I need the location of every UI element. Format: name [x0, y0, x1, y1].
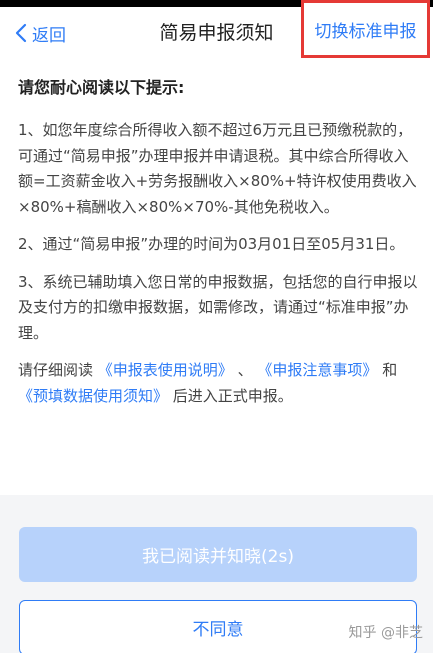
- notice-item-1: 1、如您年度综合所得收入额不超过6万元且已预缴税款的，可通过“简易申报”办理申报…: [18, 121, 417, 216]
- notice-suffix: 后进入正式申报。: [172, 386, 293, 405]
- notice-prefix: 请仔细阅读: [18, 361, 94, 379]
- notice-item-3: 3、系统已辅助填入您日常的申报数据，包括您的自行申报以及支付方的扣缴申报数据，如…: [18, 272, 418, 342]
- link-prefill-data-notice[interactable]: 《预填数据使用须知》: [18, 387, 168, 405]
- notice-content: 请您耐心阅读以下提示: 1、如您年度综合所得收入额不超过6万元且已预缴税款的，可…: [18, 76, 418, 409]
- notice-and: 和: [382, 361, 398, 379]
- switch-standard-declaration-button[interactable]: 切换标准申报: [301, 0, 430, 58]
- chevron-left-icon: [15, 23, 27, 43]
- agree-button[interactable]: 我已阅读并知晓(2s): [19, 527, 417, 582]
- agree-label: 我已阅读并知晓(2s): [142, 547, 294, 567]
- link-declaration-notes[interactable]: 《申报注意事项》: [257, 361, 377, 379]
- link-form-instructions[interactable]: 《申报表使用说明》: [98, 361, 233, 379]
- watermark: 知乎 @非芝: [349, 622, 423, 642]
- notice-item-2: 2、通过“简易申报”办理的时间为03月01日至05月31日。: [18, 235, 405, 253]
- watermark-text: 知乎 @非芝: [348, 625, 423, 641]
- notice-separator: 、: [237, 361, 253, 379]
- disagree-label: 不同意: [192, 620, 244, 640]
- back-button[interactable]: 返回: [14, 19, 66, 47]
- reading-notice: 请仔细阅读 《申报表使用说明》 、 《申报注意事项》 和 《预填数据使用须知》 …: [18, 358, 418, 409]
- switch-label: 切换标准申报: [314, 21, 417, 42]
- back-label: 返回: [32, 25, 66, 46]
- notice-heading: 请您耐心阅读以下提示:: [18, 78, 185, 97]
